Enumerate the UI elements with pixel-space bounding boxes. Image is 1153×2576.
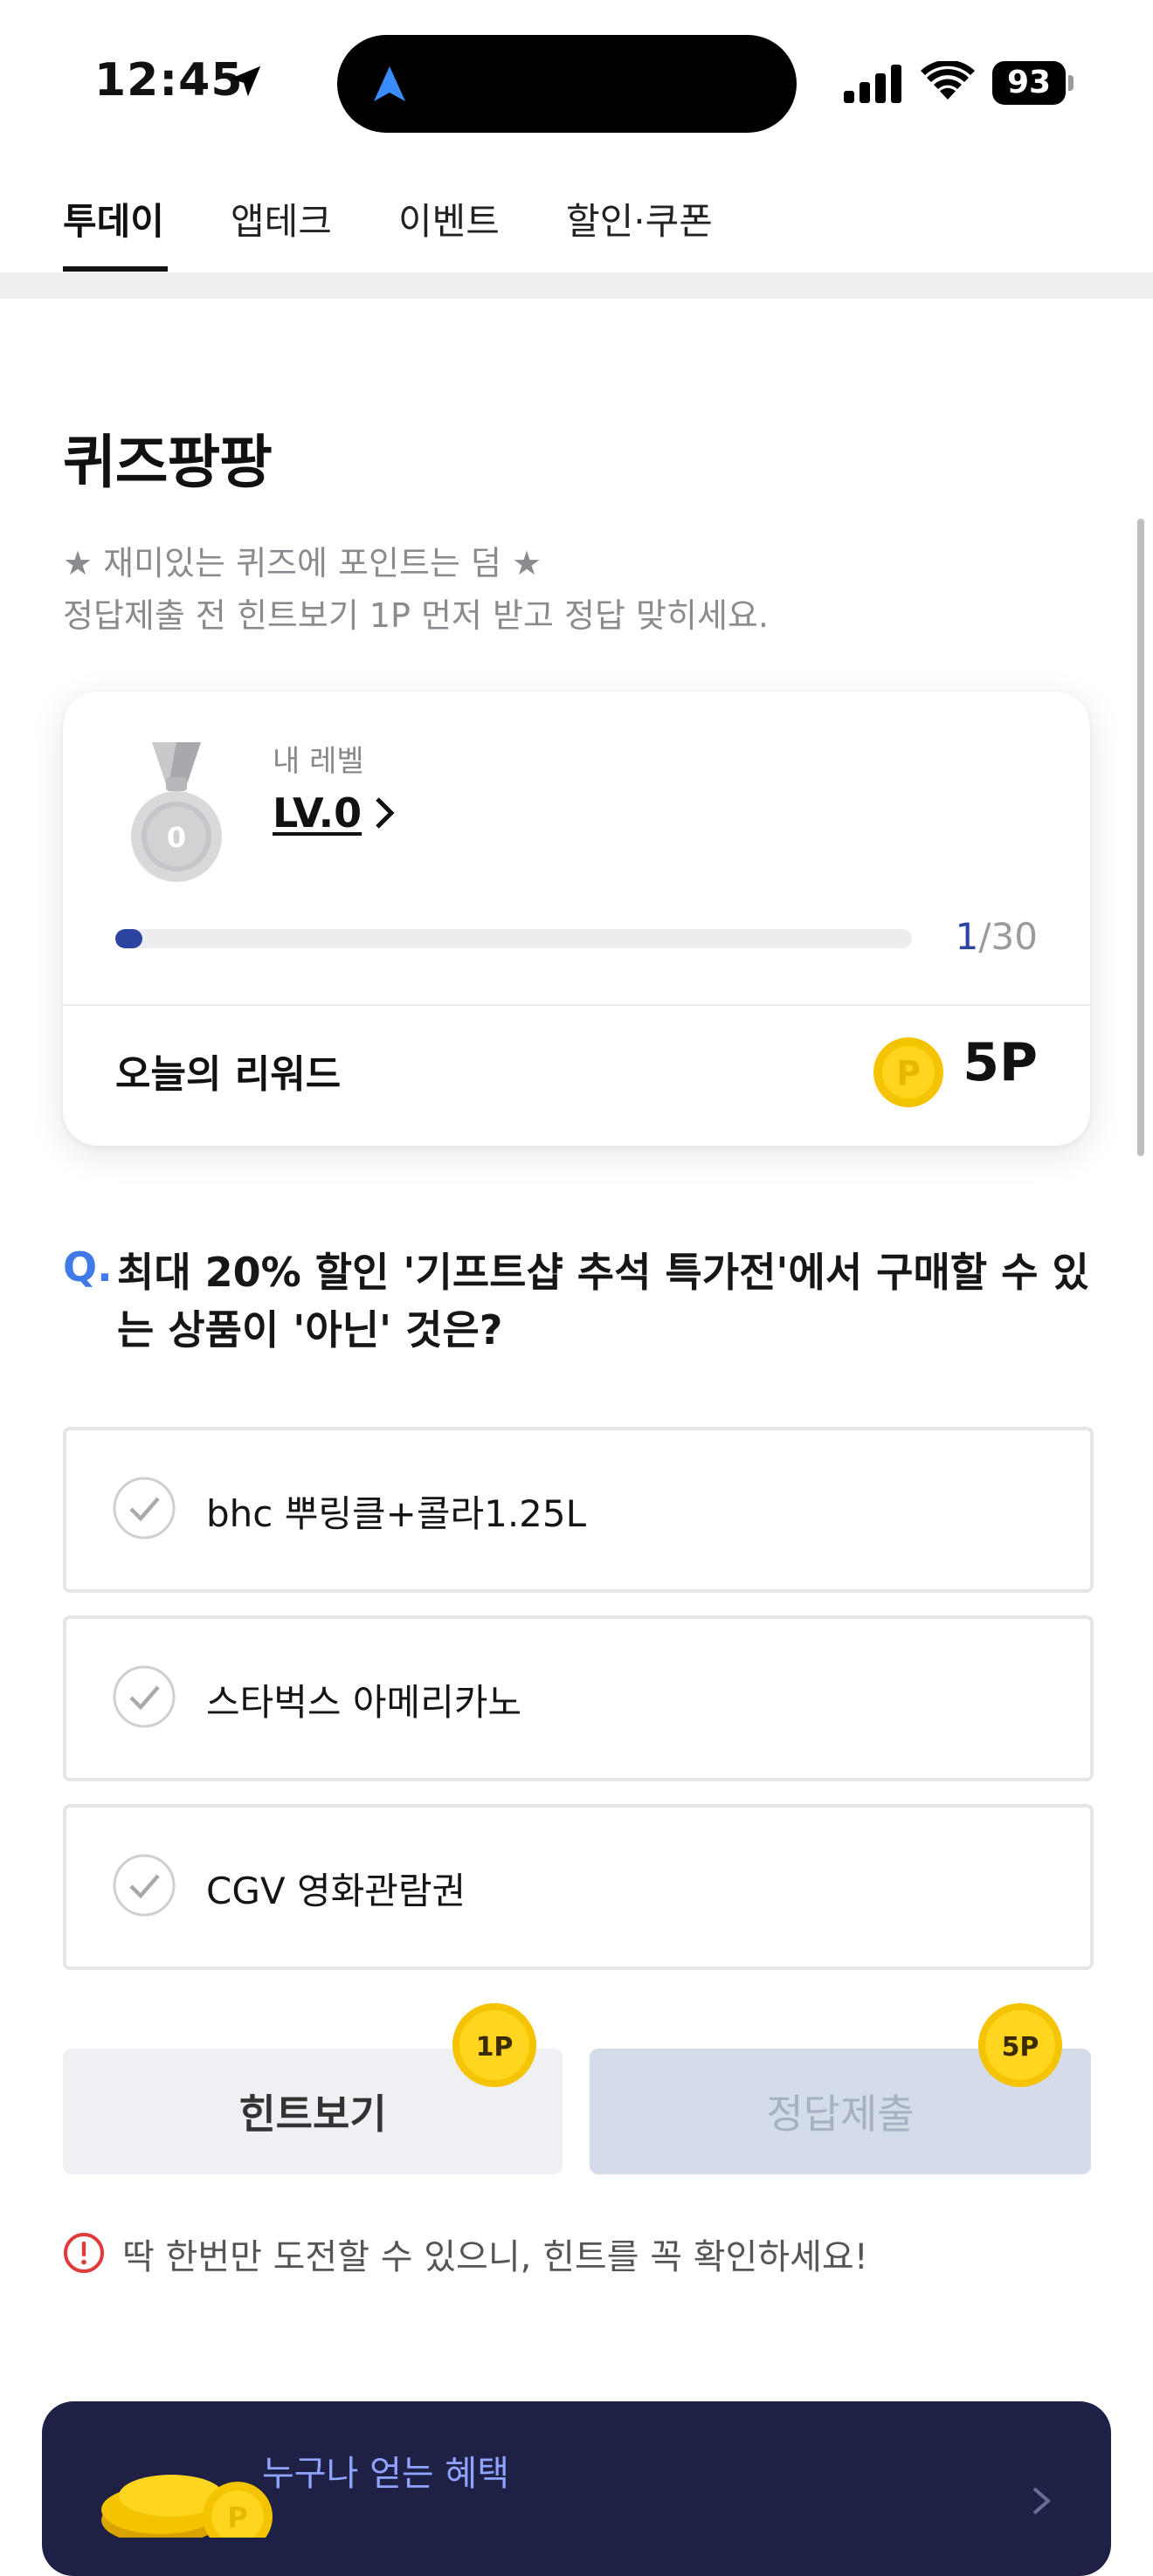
- warning-icon: [64, 2233, 104, 2273]
- progress-current: 1: [955, 915, 979, 958]
- card-divider: [63, 1004, 1090, 1006]
- option-label: bhc 뿌링클+콜라1.25L: [206, 1492, 587, 1535]
- location-arrow-icon: [230, 65, 261, 97]
- option-label: 스타벅스 아메리카노: [206, 1681, 522, 1724]
- coin-symbol: P: [896, 1054, 921, 1092]
- status-time: 12:45: [94, 54, 244, 107]
- tab-bar: 투데이 앱테크 이벤트 할인·쿠폰: [0, 157, 1153, 272]
- section-divider: [0, 272, 1153, 299]
- banner-coin-symbol: P: [227, 2501, 247, 2534]
- battery-icon: 93: [992, 61, 1074, 105]
- chevron-right-icon: [376, 797, 395, 829]
- medal-icon: 0: [131, 742, 222, 882]
- question-mark-label: Q.: [63, 1243, 113, 1291]
- tab-apptech[interactable]: 앱테크: [231, 192, 332, 245]
- coin-icon: P: [873, 1037, 943, 1107]
- level-label: 내 레벨: [273, 744, 364, 779]
- reward-value: 5P: [963, 1032, 1038, 1093]
- wifi-icon: [921, 61, 975, 100]
- subtitle-line-2: 정답제출 전 힌트보기 1P 먼저 받고 정답 맞히세요.: [63, 596, 769, 635]
- subtitle-line-1: ★ 재미있는 퀴즈에 포인트는 덤 ★: [63, 544, 542, 582]
- hint-badge-text: 1P: [476, 2032, 514, 2063]
- chevron-right-icon: [1032, 2487, 1052, 2515]
- status-bar: 12:45 93: [0, 0, 1153, 157]
- submit-badge-text: 5P: [1002, 2032, 1039, 2063]
- progress-total: /30: [978, 915, 1038, 958]
- battery-level: 93: [1006, 65, 1052, 100]
- check-circle-icon: [113, 1477, 176, 1539]
- tab-discount-coupon[interactable]: 할인·쿠폰: [566, 192, 713, 245]
- signal-icon: [844, 65, 901, 103]
- tab-today[interactable]: 투데이: [63, 192, 164, 245]
- level-progress-bar: [115, 929, 912, 948]
- level-card: 0 내 레벨 LV.0 1/30 오늘의 리워드 P 5P: [63, 692, 1090, 1146]
- option-label: CGV 영화관람권: [206, 1870, 466, 1912]
- question-text: 최대 20% 할인 '기프트샵 추석 특가전'에서 구매할 수 있는 상품이 '…: [117, 1249, 1089, 1353]
- coin-stack-icon: P: [101, 2475, 273, 2538]
- navigation-icon: [374, 66, 405, 101]
- level-progress-count: 1/30: [956, 915, 1038, 958]
- benefit-banner[interactable]: P 누구나 얻는 혜택: [42, 2401, 1111, 2576]
- quiz-option-3[interactable]: CGV 영화관람권: [63, 1804, 1094, 1970]
- check-circle-icon: [113, 1854, 176, 1917]
- tab-events[interactable]: 이벤트: [398, 192, 500, 245]
- page-title: 퀴즈팡팡: [63, 429, 273, 496]
- hint-point-badge: 1P: [452, 2003, 536, 2087]
- level-progress-fill: [115, 929, 142, 948]
- reward-label: 오늘의 리워드: [115, 1052, 342, 1097]
- medal-number: 0: [167, 821, 186, 854]
- active-tab-indicator: [63, 266, 168, 272]
- level-link[interactable]: LV.0: [273, 789, 397, 837]
- scrollbar[interactable]: [1137, 519, 1144, 1156]
- quiz-option-2[interactable]: 스타벅스 아메리카노: [63, 1615, 1094, 1781]
- quiz-option-1[interactable]: bhc 뿌링클+콜라1.25L: [63, 1427, 1094, 1593]
- submit-point-badge: 5P: [978, 2003, 1062, 2087]
- check-circle-icon: [113, 1665, 176, 1728]
- dynamic-island: [337, 35, 797, 133]
- level-value[interactable]: LV.0: [273, 789, 362, 837]
- banner-text: 누구나 얻는 혜택: [262, 2454, 510, 2494]
- warning-text: 딱 한번만 도전할 수 있으니, 힌트를 꼭 확인하세요!: [122, 2237, 868, 2277]
